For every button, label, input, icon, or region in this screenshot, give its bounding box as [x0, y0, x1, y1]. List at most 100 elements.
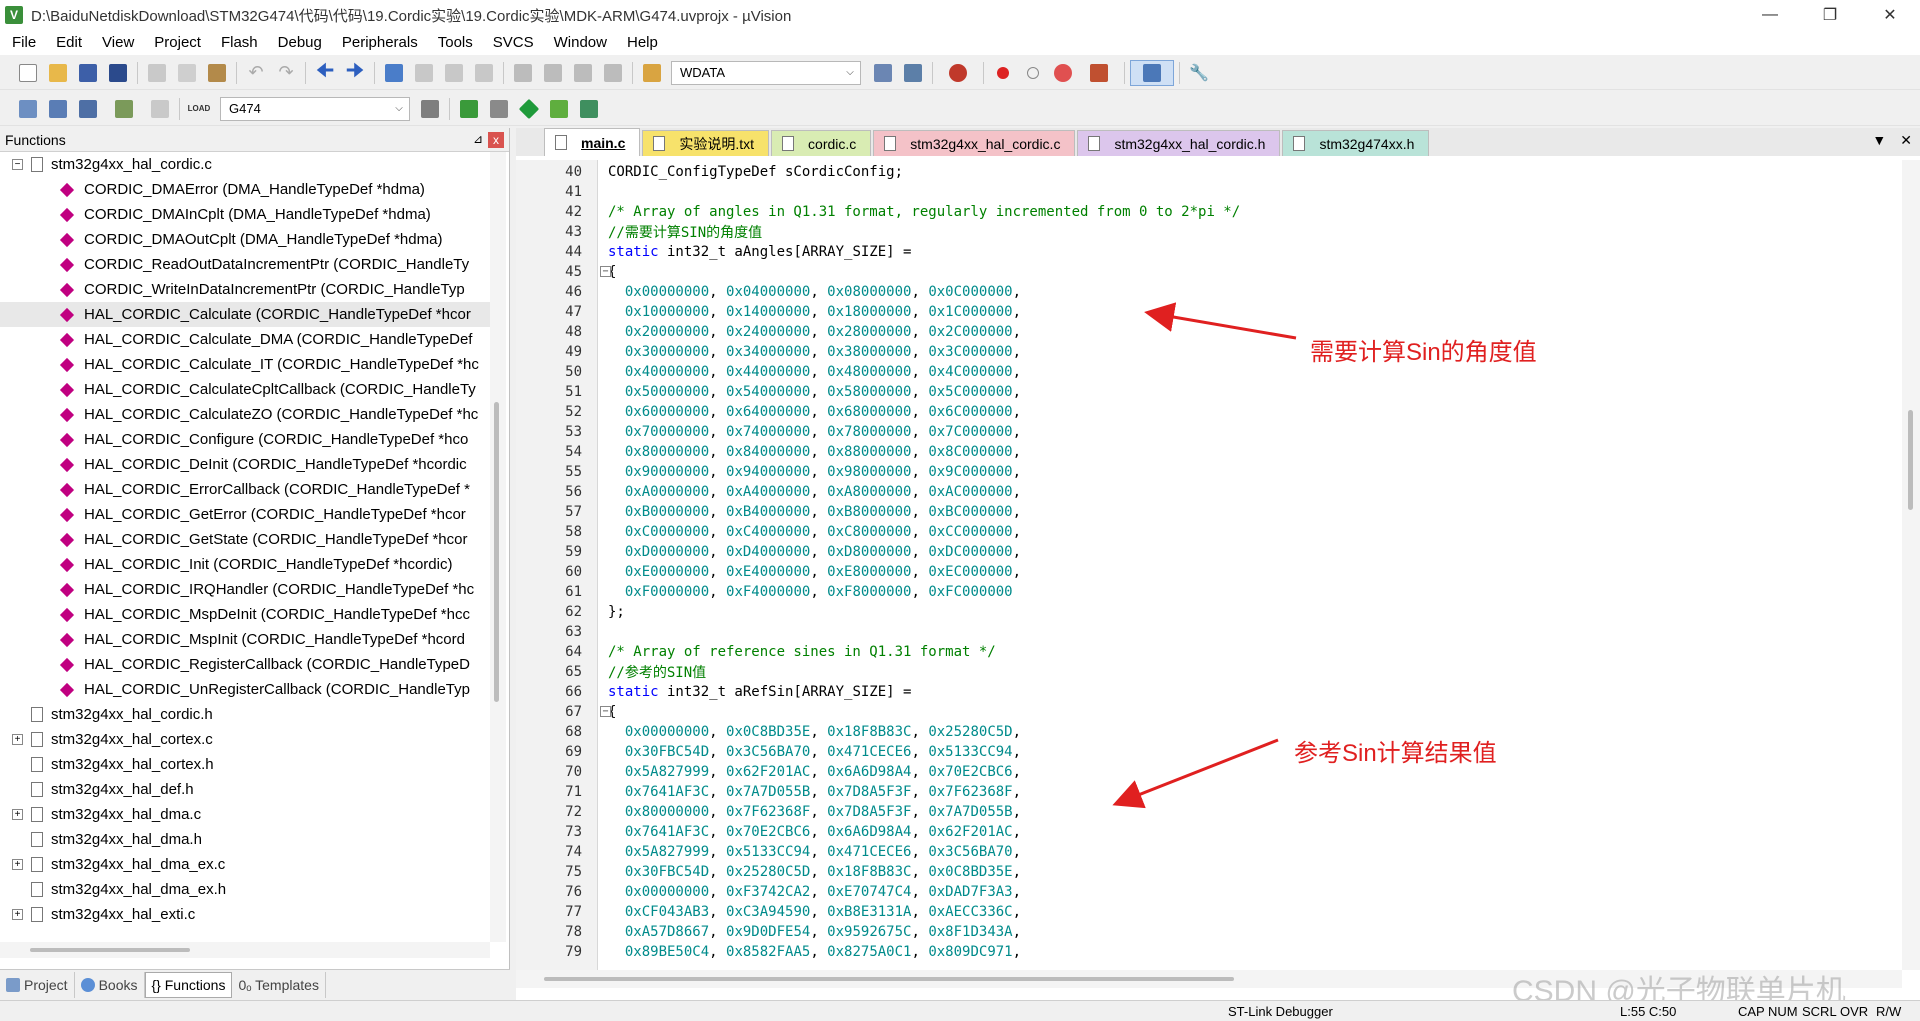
tree-file-row[interactable]: + stm32g4xx_hal_exti.c	[0, 902, 490, 927]
menu-window[interactable]: Window	[542, 34, 615, 51]
code-line[interactable]: 57 0xB0000000, 0xB4000000, 0xB8000000, 0…	[516, 502, 1896, 522]
find-in-files-button[interactable]	[638, 60, 666, 86]
code-line[interactable]: 75 0x30FBC54D, 0x25280C5D, 0x18F8B83C, 0…	[516, 862, 1896, 882]
menu-view[interactable]: View	[90, 34, 142, 51]
function-item[interactable]: HAL_CORDIC_ErrorCallback (CORDIC_HandleT…	[0, 477, 490, 502]
editor-tab[interactable]: 实验说明.txt	[642, 130, 770, 156]
target-options-button[interactable]	[416, 96, 444, 122]
stop-build-button[interactable]	[146, 96, 174, 122]
select-software-packs-button[interactable]	[575, 96, 603, 122]
tree-file-row[interactable]: stm32g4xx_hal_cordic.h	[0, 702, 490, 727]
uncomment-button[interactable]	[599, 60, 627, 86]
close-panel-icon[interactable]: x	[488, 132, 504, 148]
unindent-button[interactable]	[539, 60, 567, 86]
tree-file-row[interactable]: stm32g4xx_hal_def.h	[0, 777, 490, 802]
minimize-button[interactable]: —	[1740, 0, 1800, 30]
close-window-button[interactable]: ✕	[1860, 0, 1920, 30]
code-line[interactable]: 50 0x40000000, 0x44000000, 0x48000000, 0…	[516, 362, 1896, 382]
code-line[interactable]: 74 0x5A827999, 0x5133CC94, 0x471CECE6, 0…	[516, 842, 1896, 862]
menu-project[interactable]: Project	[142, 34, 209, 51]
code-line[interactable]: 70 0x5A827999, 0x62F201AC, 0x6A6D98A4, 0…	[516, 762, 1896, 782]
tab-books[interactable]: Books	[75, 972, 145, 998]
window-layout-button[interactable]	[1130, 59, 1174, 86]
functions-vertical-scrollbar[interactable]	[490, 152, 506, 942]
close-tab-icon[interactable]: ✕	[1900, 132, 1912, 149]
code-line[interactable]: 65 //参考的SIN值	[516, 662, 1896, 682]
navigate-forward-button[interactable]: 🠊	[341, 60, 369, 86]
menu-edit[interactable]: Edit	[44, 34, 90, 51]
menu-tools[interactable]: Tools	[426, 34, 481, 51]
functions-horizontal-scrollbar[interactable]	[0, 942, 490, 958]
tree-file-row[interactable]: stm32g4xx_hal_dma_ex.h	[0, 877, 490, 902]
code-line[interactable]: 68 0x00000000, 0x0C8BD35E, 0x18F8B83C, 0…	[516, 722, 1896, 742]
disable-breakpoints-button[interactable]	[1049, 60, 1077, 86]
cut-button[interactable]	[143, 60, 171, 86]
function-item[interactable]: CORDIC_DMAOutCplt (DMA_HandleTypeDef *hd…	[0, 227, 490, 252]
code-line[interactable]: 54 0x80000000, 0x84000000, 0x88000000, 0…	[516, 442, 1896, 462]
menu-flash[interactable]: Flash	[209, 34, 266, 51]
scrollbar-thumb[interactable]	[494, 402, 499, 702]
code-line[interactable]: 55 0x90000000, 0x94000000, 0x98000000, 0…	[516, 462, 1896, 482]
menu-debug[interactable]: Debug	[266, 34, 330, 51]
incremental-find-button[interactable]	[899, 60, 927, 86]
code-line[interactable]: 58 0xC0000000, 0xC4000000, 0xC8000000, 0…	[516, 522, 1896, 542]
pin-icon[interactable]: ⊿	[473, 132, 483, 146]
code-line[interactable]: 51 0x50000000, 0x54000000, 0x58000000, 0…	[516, 382, 1896, 402]
function-item[interactable]: CORDIC_DMAInCplt (DMA_HandleTypeDef *hdm…	[0, 202, 490, 227]
fold-toggle-icon[interactable]: −	[600, 266, 611, 277]
debug-session-button[interactable]	[938, 60, 978, 86]
code-line[interactable]: 79 0x89BE50C4, 0x8582FAA5, 0x8275A0C1, 0…	[516, 942, 1896, 962]
code-line[interactable]: 71 0x7641AF3C, 0x7A7D055B, 0x7D8A5F3F, 0…	[516, 782, 1896, 802]
run-time-environment-button[interactable]	[515, 96, 543, 122]
code-line[interactable]: 61 0xF0000000, 0xF4000000, 0xF8000000, 0…	[516, 582, 1896, 602]
editor-tab[interactable]: stm32g4xx_hal_cordic.c	[873, 130, 1076, 156]
insert-breakpoint-button[interactable]	[989, 60, 1017, 86]
function-item[interactable]: HAL_CORDIC_MspInit (CORDIC_HandleTypeDef…	[0, 627, 490, 652]
kill-breakpoints-button[interactable]	[1079, 60, 1119, 86]
code-line[interactable]: 42 /* Array of angles in Q1.31 format, re…	[516, 202, 1896, 222]
code-editor[interactable]: 40 CORDIC_ConfigTypeDef sCordicConfig; 41 4…	[516, 162, 1896, 962]
code-line[interactable]: 69 0x30FBC54D, 0x3C56BA70, 0x471CECE6, 0…	[516, 742, 1896, 762]
function-item[interactable]: HAL_CORDIC_IRQHandler (CORDIC_HandleType…	[0, 577, 490, 602]
code-line[interactable]: 76 0x00000000, 0xF3742CA2, 0xE70747C4, 0…	[516, 882, 1896, 902]
function-item[interactable]: HAL_CORDIC_Init (CORDIC_HandleTypeDef *h…	[0, 552, 490, 577]
code-line[interactable]: 53 0x70000000, 0x74000000, 0x78000000, 0…	[516, 422, 1896, 442]
function-item[interactable]: HAL_CORDIC_DeInit (CORDIC_HandleTypeDef …	[0, 452, 490, 477]
expand-icon[interactable]: +	[12, 809, 23, 820]
function-item[interactable]: HAL_CORDIC_Calculate (CORDIC_HandleTypeD…	[0, 302, 490, 327]
new-file-button[interactable]	[14, 60, 42, 86]
copy-button[interactable]	[173, 60, 201, 86]
tab-list-dropdown-icon[interactable]: ▼	[1872, 132, 1886, 149]
code-line[interactable]: 49 0x30000000, 0x34000000, 0x38000000, 0…	[516, 342, 1896, 362]
tab-project[interactable]: Project	[0, 972, 75, 998]
code-line[interactable]: 62};	[516, 602, 1896, 622]
code-line[interactable]: 67−{	[516, 702, 1896, 722]
tree-file-row[interactable]: + stm32g4xx_hal_dma_ex.c	[0, 852, 490, 877]
save-all-button[interactable]	[104, 60, 132, 86]
manage-multiproject-button[interactable]	[485, 96, 513, 122]
function-item[interactable]: HAL_CORDIC_CalculateZO (CORDIC_HandleTyp…	[0, 402, 490, 427]
code-line[interactable]: 46 0x00000000, 0x04000000, 0x08000000, 0…	[516, 282, 1896, 302]
menu-file[interactable]: File	[0, 34, 44, 51]
configure-button[interactable]: 🔧	[1185, 60, 1213, 86]
editor-tab[interactable]: main.c	[544, 128, 641, 156]
indent-button[interactable]	[509, 60, 537, 86]
tree-file-row[interactable]: stm32g4xx_hal_cortex.h	[0, 752, 490, 777]
navigate-back-button[interactable]: 🠈	[311, 60, 339, 86]
function-item[interactable]: HAL_CORDIC_Calculate_IT (CORDIC_HandleTy…	[0, 352, 490, 377]
function-item[interactable]: HAL_CORDIC_GetState (CORDIC_HandleTypeDe…	[0, 527, 490, 552]
code-line[interactable]: 72 0x80000000, 0x7F62368F, 0x7D8A5F3F, 0…	[516, 802, 1896, 822]
editor-tab[interactable]: cordic.c	[771, 130, 872, 156]
code-line[interactable]: 77 0xCF043AB3, 0xC3A94590, 0xB8E3131A, 0…	[516, 902, 1896, 922]
tab-functions[interactable]: {} Functions	[144, 972, 233, 998]
expand-icon[interactable]: +	[12, 734, 23, 745]
rebuild-button[interactable]	[74, 96, 102, 122]
enable-breakpoint-button[interactable]	[1019, 60, 1047, 86]
scrollbar-thumb[interactable]	[30, 948, 190, 952]
tab-templates[interactable]: 0ₒ Templates	[232, 972, 326, 998]
code-line[interactable]: 59 0xD0000000, 0xD4000000, 0xD8000000, 0…	[516, 542, 1896, 562]
code-line[interactable]: 40 CORDIC_ConfigTypeDef sCordicConfig;	[516, 162, 1896, 182]
scrollbar-thumb[interactable]	[1908, 410, 1913, 510]
scrollbar-thumb[interactable]	[544, 977, 1234, 981]
save-button[interactable]	[74, 60, 102, 86]
